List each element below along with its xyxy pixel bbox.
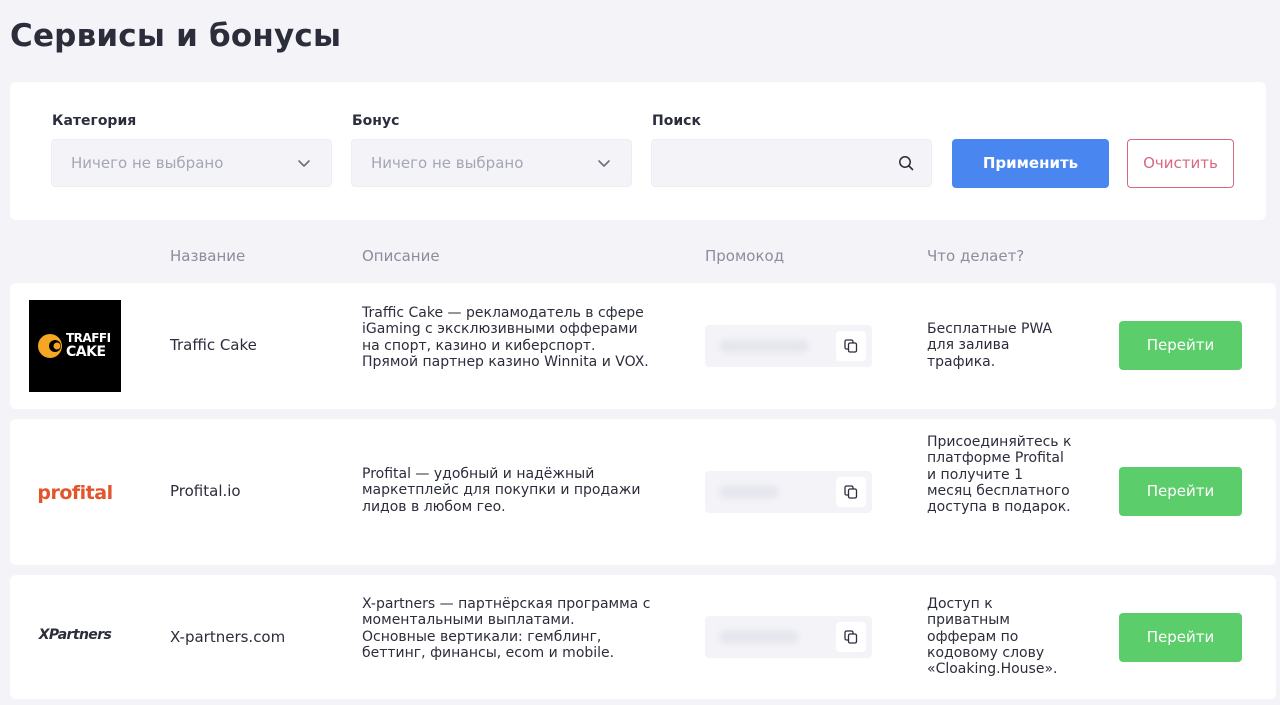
go-button[interactable]: Перейти bbox=[1119, 467, 1242, 516]
category-label: Категория bbox=[52, 113, 137, 129]
service-benefit: Бесплатные PWA для залива трафика. bbox=[927, 321, 1053, 370]
promo-code-field bbox=[705, 616, 872, 658]
service-description: X-partners — партнёрская программа с мом… bbox=[362, 596, 651, 661]
promo-code-hidden bbox=[719, 339, 809, 353]
promo-code-field bbox=[705, 471, 872, 513]
bonus-select[interactable]: Ничего не выбрано bbox=[351, 139, 632, 187]
traffic-cake-logo-text-bottom: CAKE bbox=[66, 344, 106, 360]
bonus-label: Бонус bbox=[352, 113, 400, 129]
search-icon[interactable] bbox=[897, 154, 915, 172]
clear-button[interactable]: Очистить bbox=[1127, 139, 1234, 188]
search-input[interactable] bbox=[651, 139, 932, 187]
category-select-value: Ничего не выбрано bbox=[71, 154, 224, 172]
xpartners-logo-text: XPartners bbox=[38, 627, 112, 643]
column-header-promocode: Промокод bbox=[705, 247, 785, 265]
page-title: Сервисы и бонусы bbox=[10, 18, 342, 54]
chevron-down-icon bbox=[298, 160, 310, 167]
profital-logo-text: profital bbox=[37, 482, 113, 504]
service-description: Traffic Cake — рекламодатель в сфере iGa… bbox=[362, 305, 649, 370]
service-description: Profital — удобный и надёжный маркетплей… bbox=[362, 466, 641, 515]
chevron-down-icon bbox=[598, 160, 610, 167]
filter-panel: Категория Ничего не выбрано Бонус Ничего… bbox=[10, 82, 1266, 220]
copy-button[interactable] bbox=[836, 622, 866, 652]
go-button[interactable]: Перейти bbox=[1119, 613, 1242, 662]
go-button[interactable]: Перейти bbox=[1119, 321, 1242, 370]
service-benefit: Доступ к приватным офферам по кодовому с… bbox=[927, 596, 1058, 678]
search-label: Поиск bbox=[652, 113, 701, 129]
bonus-select-value: Ничего не выбрано bbox=[371, 154, 524, 172]
column-header-what-it-does: Что делает? bbox=[927, 247, 1025, 265]
xpartners-logo: XPartners bbox=[29, 591, 121, 683]
table-row: TRAFFI CAKE Traffic Cake Traffic Cake — … bbox=[10, 283, 1276, 409]
column-header-name: Название bbox=[170, 247, 246, 265]
service-name: X-partners.com bbox=[170, 628, 286, 646]
copy-icon bbox=[844, 485, 858, 499]
category-select[interactable]: Ничего не выбрано bbox=[51, 139, 332, 187]
apply-button[interactable]: Применить bbox=[952, 139, 1109, 188]
copy-icon bbox=[844, 630, 858, 644]
table-row: profital Profital.io Profital — удобный … bbox=[10, 419, 1276, 565]
service-name: Profital.io bbox=[170, 482, 241, 500]
service-name: Traffic Cake bbox=[170, 336, 257, 354]
table-row: XPartners X-partners.com X-partners — па… bbox=[10, 575, 1276, 699]
traffic-cake-logo: TRAFFI CAKE bbox=[29, 300, 121, 392]
promo-code-hidden bbox=[719, 485, 779, 499]
promo-code-field bbox=[705, 325, 872, 367]
column-header-description: Описание bbox=[362, 247, 440, 265]
profital-logo: profital bbox=[29, 446, 121, 538]
copy-button[interactable] bbox=[836, 331, 866, 361]
promo-code-hidden bbox=[719, 630, 799, 644]
copy-button[interactable] bbox=[836, 477, 866, 507]
copy-icon bbox=[844, 339, 858, 353]
service-benefit: Присоединяйтесь к платформе Profital и п… bbox=[927, 434, 1072, 516]
